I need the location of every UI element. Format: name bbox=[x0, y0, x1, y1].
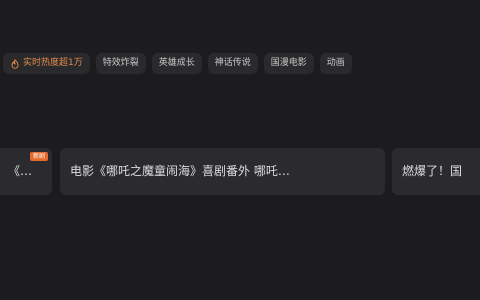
video-card-1-title: 《… bbox=[8, 164, 33, 178]
video-card-3[interactable]: 燃爆了！国 bbox=[392, 148, 480, 195]
card-row: 《… 电影《哪吒之魔童闹海》喜剧番外 哪吒… 燃爆了！国 bbox=[0, 148, 480, 196]
tag-hero-growth[interactable]: 英雄成长 bbox=[151, 53, 202, 74]
tag-row: 实时热度超1万 特效炸裂 英雄成长 神话传说 国漫电影 动画 bbox=[3, 53, 480, 75]
tag-chinese-animation-film[interactable]: 国漫电影 bbox=[263, 53, 314, 74]
tag-effects[interactable]: 特效炸裂 bbox=[95, 53, 146, 74]
tag-hot[interactable]: 实时热度超1万 bbox=[3, 53, 90, 74]
new-badge: 新剧 bbox=[30, 152, 49, 161]
tag-mythology[interactable]: 神话传说 bbox=[207, 53, 258, 74]
fire-icon bbox=[10, 58, 20, 69]
tag-hot-label: 实时热度超1万 bbox=[23, 58, 83, 68]
video-card-3-title: 燃爆了！国 bbox=[402, 164, 463, 178]
tag-animation[interactable]: 动画 bbox=[319, 53, 352, 74]
video-card-2[interactable]: 电影《哪吒之魔童闹海》喜剧番外 哪吒… bbox=[60, 148, 385, 195]
page: 实时热度超1万 特效炸裂 英雄成长 神话传说 国漫电影 动画 《… 电影《哪吒之… bbox=[0, 0, 480, 300]
video-card-2-title: 电影《哪吒之魔童闹海》喜剧番外 哪吒… bbox=[70, 164, 290, 178]
